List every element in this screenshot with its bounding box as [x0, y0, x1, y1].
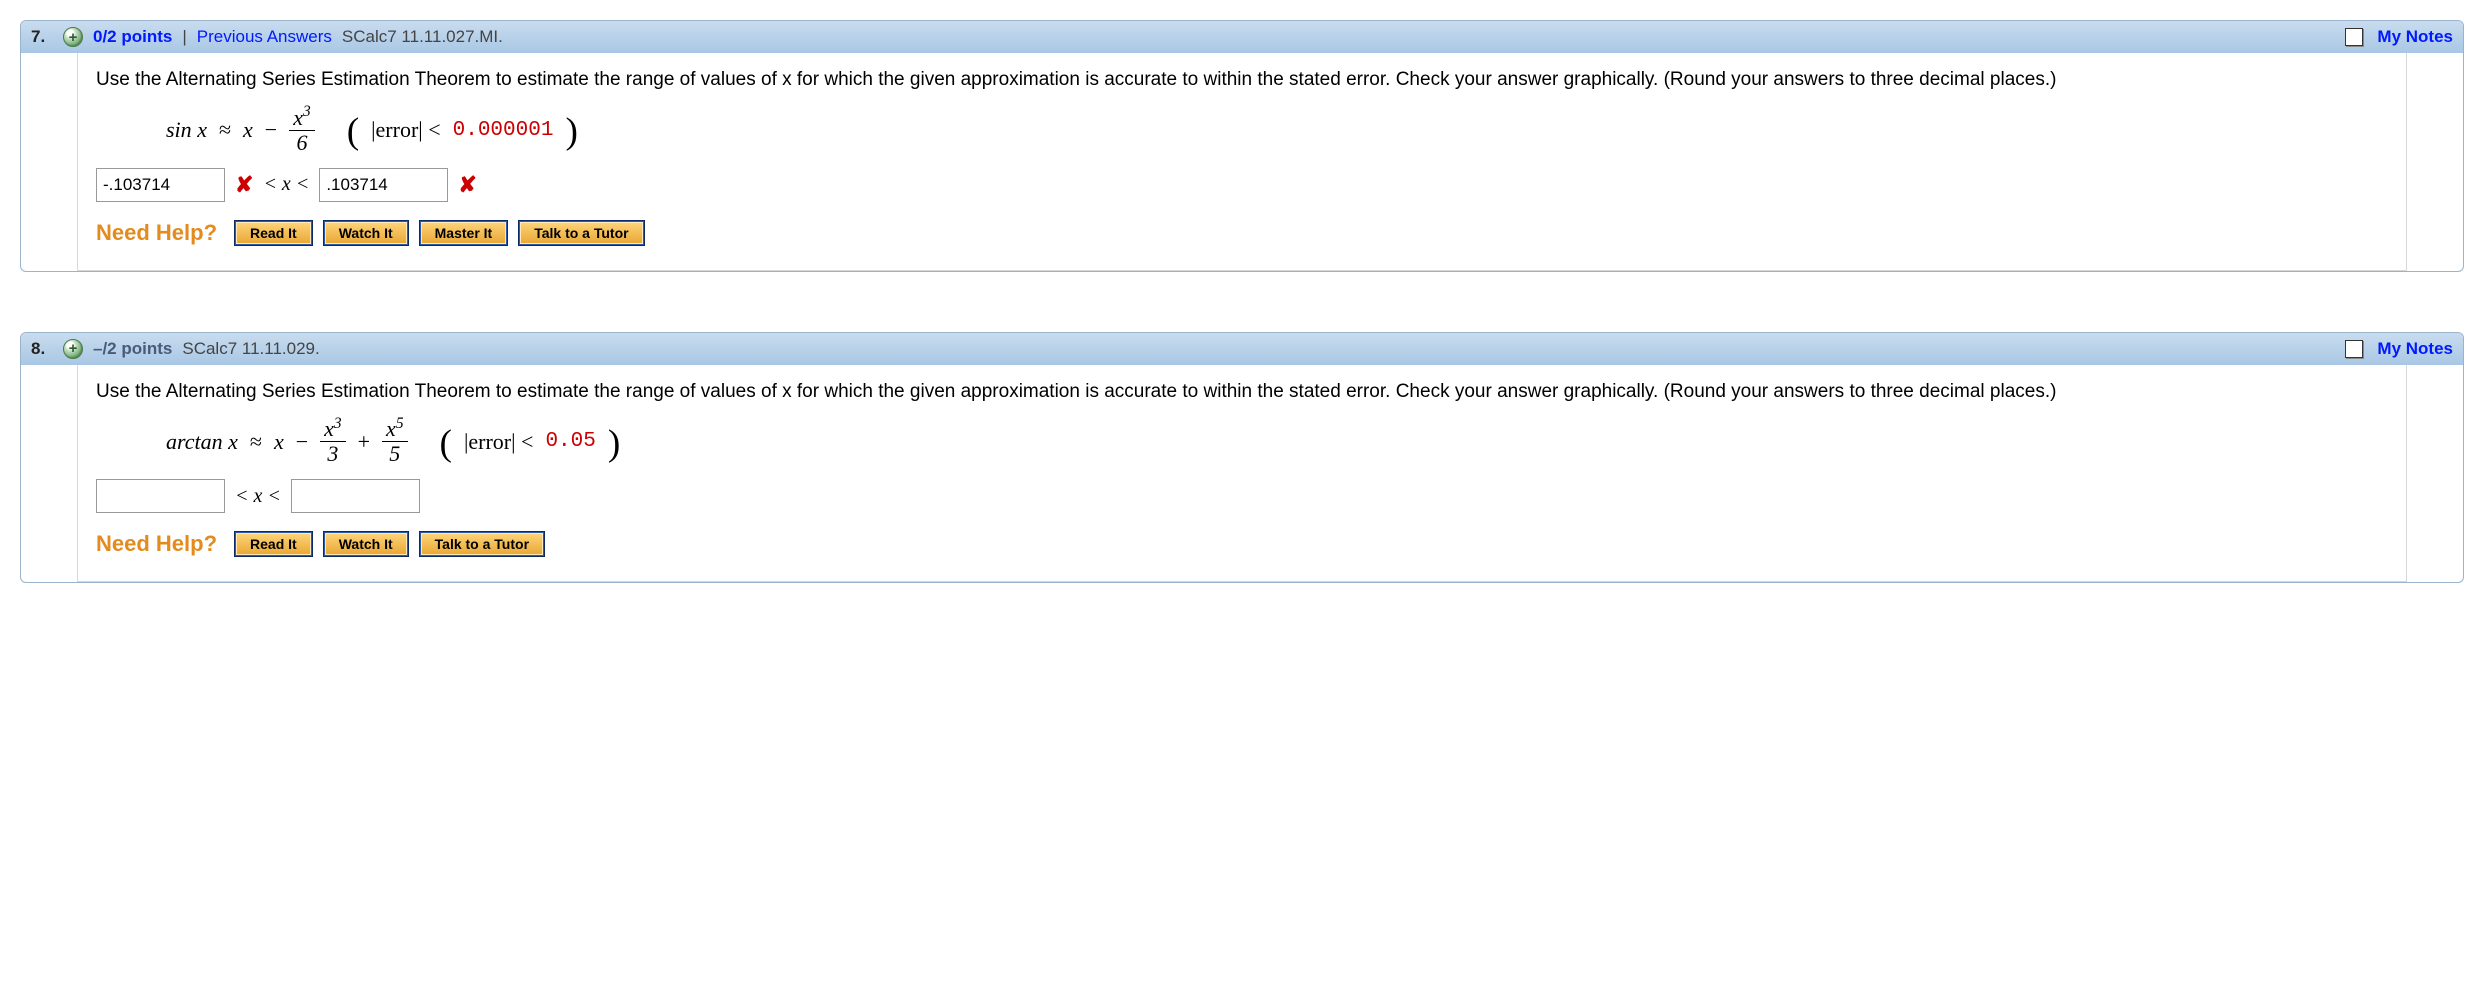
separator: | [182, 27, 186, 47]
error-label: |error| < [464, 429, 533, 455]
question-header: 8. + –/2 points SCalc7 11.11.029. My Not… [21, 333, 2463, 365]
between-text: < x < [235, 485, 281, 508]
notes-icon[interactable] [2345, 28, 2363, 46]
talk-to-tutor-button[interactable]: Talk to a Tutor [519, 221, 643, 245]
paren-close-icon: ) [565, 117, 577, 147]
previous-answers-link[interactable]: Previous Answers [197, 27, 332, 47]
need-help-label: Need Help? [96, 531, 217, 557]
paren-open-icon: ( [440, 429, 452, 459]
var-x: x [228, 429, 238, 454]
wrong-icon [235, 172, 253, 198]
my-notes-link[interactable]: My Notes [2377, 339, 2453, 359]
var-x: x [197, 117, 207, 142]
question-header: 7. + 0/2 points | Previous Answers SCalc… [21, 21, 2463, 53]
answer-lower-input[interactable] [96, 479, 225, 513]
func-name: sin [166, 117, 192, 142]
term-x: x [243, 117, 253, 143]
between-text: < x < [263, 173, 309, 196]
formula: sin x ≈ x − x3 6 ( |error| < 0.000001 ) [166, 107, 2388, 154]
question-7: 7. + 0/2 points | Previous Answers SCalc… [20, 20, 2464, 272]
question-body: Use the Alternating Series Estimation Th… [77, 365, 2407, 583]
fraction-2: x5 5 [382, 418, 407, 465]
need-help-label: Need Help? [96, 220, 217, 246]
error-value: 0.000001 [453, 119, 554, 142]
answer-row: < x < [96, 479, 2388, 513]
textbook-ref: SCalc7 11.11.029. [182, 339, 319, 359]
answer-lower-input[interactable] [96, 168, 225, 202]
fraction-1: x3 6 [289, 107, 314, 154]
need-help-row: Need Help? Read It Watch It Master It Ta… [96, 220, 2388, 246]
error-value: 0.05 [545, 430, 595, 453]
question-8: 8. + –/2 points SCalc7 11.11.029. My Not… [20, 332, 2464, 584]
approx-symbol: ≈ [219, 117, 231, 143]
wrong-icon [458, 172, 476, 198]
textbook-ref: SCalc7 11.11.027.MI. [342, 27, 503, 47]
read-it-button[interactable]: Read It [235, 221, 312, 245]
read-it-button[interactable]: Read It [235, 532, 312, 556]
points-label: 0/2 points [93, 27, 172, 47]
points-label: –/2 points [93, 339, 172, 359]
fraction-1: x3 3 [320, 418, 345, 465]
answer-upper-input[interactable] [291, 479, 420, 513]
my-notes-link[interactable]: My Notes [2377, 27, 2453, 47]
watch-it-button[interactable]: Watch It [324, 221, 408, 245]
talk-to-tutor-button[interactable]: Talk to a Tutor [420, 532, 544, 556]
notes-icon[interactable] [2345, 340, 2363, 358]
instructions: Use the Alternating Series Estimation Th… [96, 67, 2388, 93]
master-it-button[interactable]: Master It [420, 221, 508, 245]
minus-sign: − [296, 429, 308, 455]
watch-it-button[interactable]: Watch It [324, 532, 408, 556]
minus-sign: − [265, 117, 277, 143]
paren-open-icon: ( [347, 117, 359, 147]
error-label: |error| < [371, 117, 440, 143]
question-number: 7. [31, 27, 53, 47]
answer-upper-input[interactable] [319, 168, 448, 202]
expand-icon[interactable]: + [63, 27, 83, 47]
func-name: arctan [166, 429, 223, 454]
approx-symbol: ≈ [250, 429, 262, 455]
plus-sign: + [358, 429, 370, 455]
answer-row: < x < [96, 168, 2388, 202]
formula: arctan x ≈ x − x3 3 + x5 5 ( |error| < 0… [166, 418, 2388, 465]
question-body: Use the Alternating Series Estimation Th… [77, 53, 2407, 271]
paren-close-icon: ) [608, 429, 620, 459]
question-number: 8. [31, 339, 53, 359]
instructions: Use the Alternating Series Estimation Th… [96, 379, 2388, 405]
need-help-row: Need Help? Read It Watch It Talk to a Tu… [96, 531, 2388, 557]
expand-icon[interactable]: + [63, 339, 83, 359]
term-x: x [274, 429, 284, 455]
